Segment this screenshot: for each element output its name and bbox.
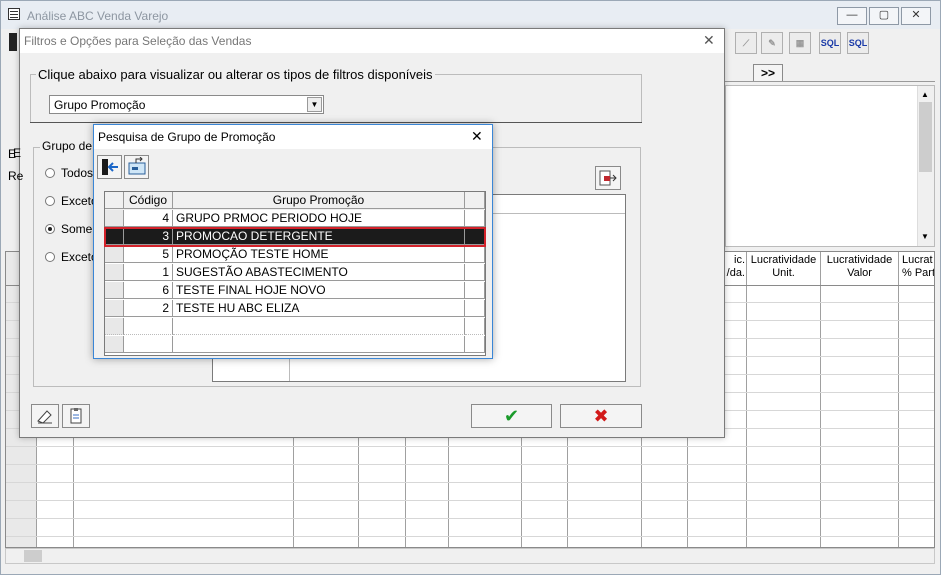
maximize-button[interactable]: ▢ (869, 7, 899, 25)
select-button[interactable] (124, 155, 149, 179)
row-name: GRUPO PRMOC PERIODO HOJE (173, 210, 465, 227)
side-label-e2: E (13, 146, 22, 160)
filter-dialog-close-icon[interactable]: ✕ (703, 32, 715, 49)
horizontal-scrollbar[interactable] (5, 548, 935, 564)
radio-todos[interactable] (45, 168, 55, 178)
chevron-down-icon[interactable]: ▼ (307, 97, 322, 112)
main-title-bar: Análise ABC Venda Varejo — ▢ ✕ (1, 1, 940, 29)
cancel-button[interactable]: ✖ (560, 404, 642, 428)
clear-button[interactable] (31, 404, 59, 428)
card-select-icon (128, 156, 145, 175)
transfer-button[interactable] (595, 166, 621, 190)
table-row-empty[interactable] (105, 318, 485, 336)
exit-door-icon (101, 159, 118, 175)
row-name: SUGESTÃO ABASTECIMENTO (173, 264, 465, 281)
search-dialog-close-icon[interactable]: ✕ (471, 128, 483, 145)
column-header-codigo[interactable]: Código (124, 192, 173, 209)
search-dialog: Pesquisa de Grupo de Promoção ✕ Código G… (93, 124, 493, 359)
sql-icon: SQL (848, 38, 868, 48)
confirm-button[interactable]: ✔ (471, 404, 552, 428)
promotion-group-grid: Código Grupo Promoção 4 GRUPO PRMOC PERI… (104, 191, 486, 356)
table-row[interactable]: 2 TESTE HU ABC ELIZA (105, 300, 485, 318)
sql-button-2[interactable]: SQL (847, 32, 869, 54)
table-row[interactable]: 6 TESTE FINAL HOJE NOVO (105, 282, 485, 300)
clipboard-icon (70, 408, 82, 424)
next-page-label: >> (760, 66, 775, 80)
upper-panel: ▲ ▼ (725, 85, 935, 247)
scroll-up-icon[interactable]: ▲ (921, 90, 929, 99)
scroll-thumb[interactable] (919, 102, 932, 172)
radio-somente[interactable] (45, 224, 55, 234)
upper-scrollbar[interactable]: ▲ ▼ (917, 86, 934, 246)
row-name: TESTE FINAL HOJE NOVO (173, 282, 465, 299)
sql-button-1[interactable]: SQL (819, 32, 841, 54)
minimize-icon: — (846, 9, 858, 21)
column-header-lucratividade-unit[interactable]: Lucratividade Unit. (747, 254, 820, 284)
radio-exceto-1[interactable] (45, 196, 55, 206)
filter-type-select[interactable]: Grupo Promoção ▼ (49, 95, 324, 114)
app-icon (8, 8, 20, 20)
row-code: 1 (124, 264, 173, 281)
close-icon: ✕ (911, 9, 921, 21)
radio-exceto-2[interactable] (45, 252, 55, 262)
scroll-down-icon[interactable]: ▼ (921, 232, 929, 241)
row-code: 3 (124, 228, 173, 245)
export-icon (599, 170, 617, 186)
toolbar-button-2[interactable]: ✎ (761, 32, 783, 54)
filter-dialog-title: Filtros e Opções para Seleção das Vendas (24, 34, 252, 48)
pencil-icon: ✎ (768, 38, 776, 48)
table-row[interactable]: 1 SUGESTÃO ABASTECIMENTO (105, 264, 485, 282)
chart-icon: ▦ (795, 38, 805, 48)
row-code: 6 (124, 282, 173, 299)
table-row-selected[interactable]: 3 PROMOCAO DETERGENTE (105, 228, 485, 246)
exit-button[interactable] (97, 155, 122, 179)
main-toolbar-exit-icon[interactable] (9, 33, 17, 51)
sql-icon: SQL (820, 38, 840, 48)
radio-todos-label: Todos (61, 166, 94, 180)
main-window-title: Análise ABC Venda Varejo (27, 9, 169, 23)
checkmark-icon: ✔ (503, 406, 520, 426)
search-dialog-title-bar: Pesquisa de Grupo de Promoção ✕ (94, 125, 492, 149)
cancel-x-icon: ✖ (593, 406, 609, 426)
table-row[interactable]: 5 PROMOÇÃO TESTE HOME (105, 246, 485, 264)
maximize-icon: ▢ (878, 9, 890, 21)
close-button[interactable]: ✕ (901, 7, 931, 25)
column-header-lucratividade-valor[interactable]: Lucratividade Valor (821, 254, 898, 284)
column-header-grupo-promocao[interactable]: Grupo Promoção (173, 192, 465, 209)
row-code: 4 (124, 210, 173, 227)
section-divider (30, 122, 642, 123)
column-header-lucratividade-part[interactable]: Lucrat % Parti (899, 254, 934, 284)
row-code: 5 (124, 246, 173, 263)
table-row[interactable]: 4 GRUPO PRMOC PERIODO HOJE (105, 210, 485, 228)
hscroll-thumb[interactable] (24, 550, 42, 562)
filter-type-label: Clique abaixo para visualizar ou alterar… (36, 67, 435, 82)
grid-header-row: Código Grupo Promoção (105, 192, 485, 210)
minimize-button[interactable]: — (837, 7, 867, 25)
table-row-empty[interactable] (105, 336, 485, 354)
next-page-button[interactable]: >> (753, 64, 783, 82)
search-dialog-title: Pesquisa de Grupo de Promoção (98, 130, 276, 144)
side-label-re: Re (8, 169, 24, 183)
filter-type-select-value: Grupo Promoção (54, 98, 146, 112)
tab-divider (725, 81, 935, 82)
row-code: 2 (124, 300, 173, 317)
filter-dialog-title-bar: Filtros e Opções para Seleção das Vendas… (20, 29, 724, 53)
row-name: PROMOCAO DETERGENTE (173, 228, 465, 245)
toolbar-button-1[interactable]: ⟋ (735, 32, 757, 54)
edit-icon: ⟋ (742, 38, 750, 48)
row-name: TESTE HU ABC ELIZA (173, 300, 465, 317)
row-name: PROMOÇÃO TESTE HOME (173, 246, 465, 263)
eraser-icon (37, 410, 52, 424)
toolbar-button-3[interactable]: ▦ (789, 32, 811, 54)
copy-button[interactable] (62, 404, 90, 428)
